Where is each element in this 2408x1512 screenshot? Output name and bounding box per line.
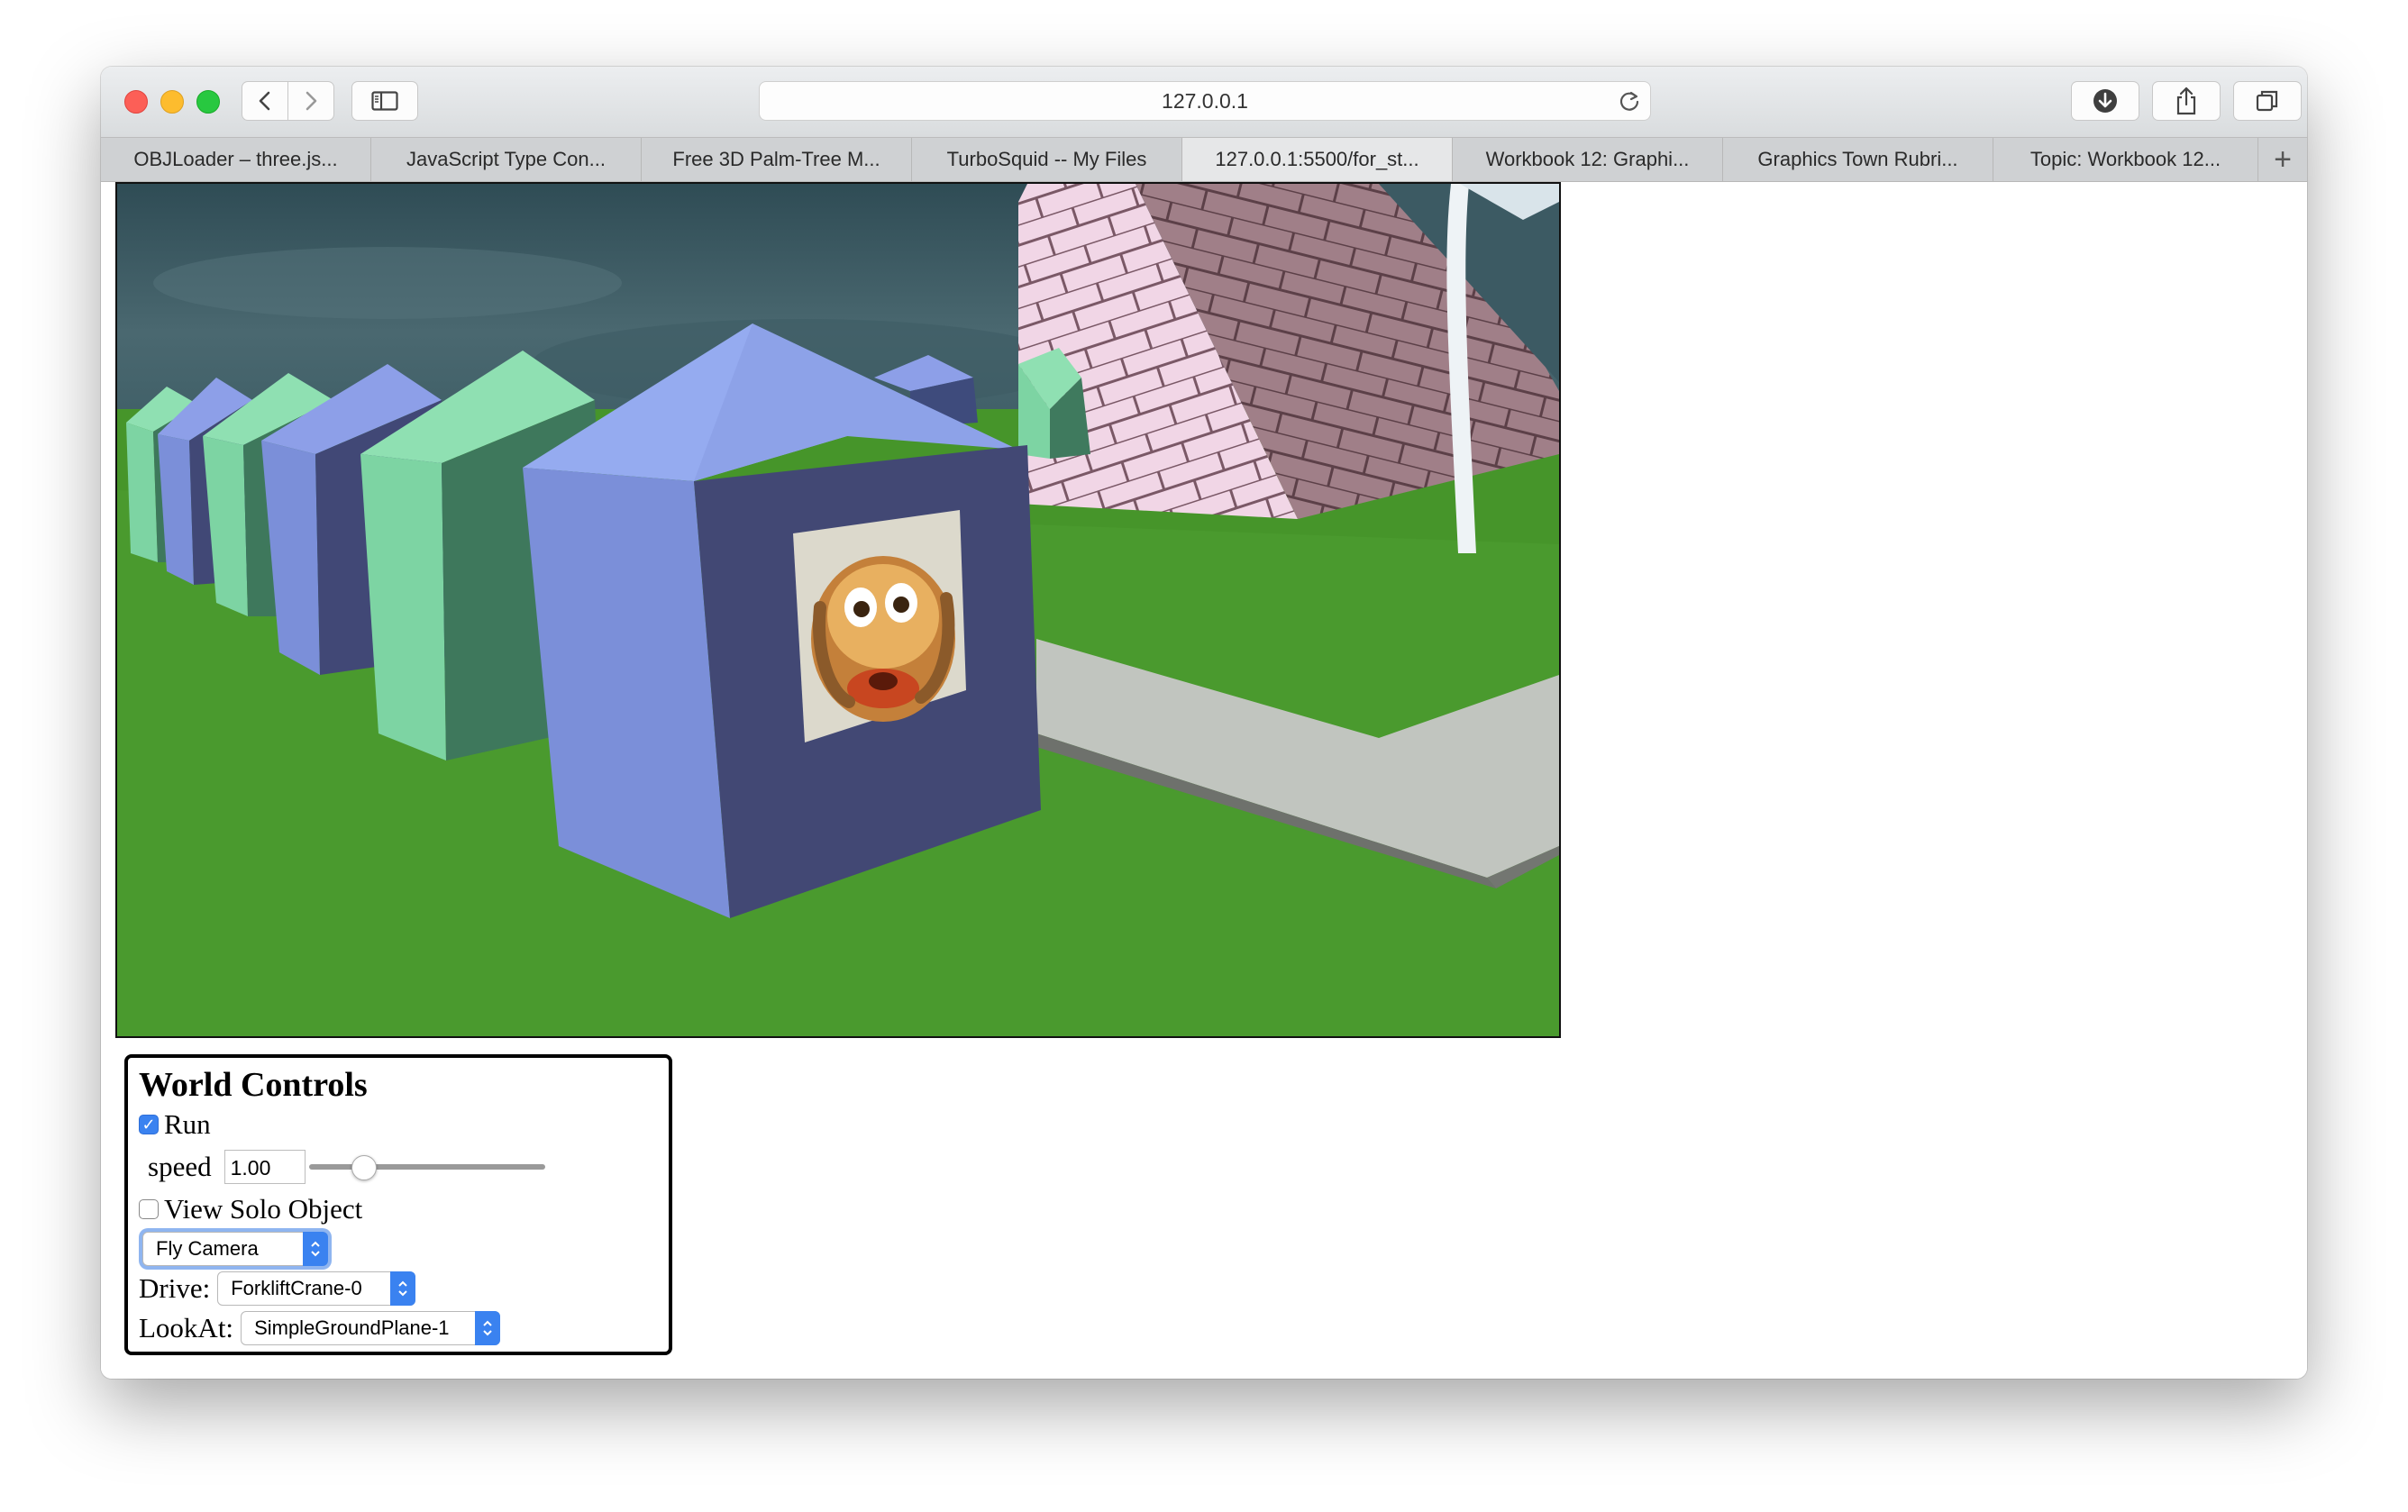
run-label: Run: [164, 1108, 211, 1140]
sidebar-icon: [371, 91, 398, 111]
tab-label: 127.0.0.1:5500/for_st...: [1215, 148, 1419, 170]
forward-button[interactable]: [287, 81, 334, 121]
tab-localhost-active[interactable]: 127.0.0.1:5500/for_st...: [1182, 138, 1453, 181]
sidebar-button[interactable]: [351, 81, 418, 121]
tab-turbosquid[interactable]: TurboSquid -- My Files: [912, 138, 1182, 181]
address-bar[interactable]: 127.0.0.1: [759, 81, 1651, 121]
reload-icon: [1619, 91, 1639, 111]
share-button[interactable]: [2152, 81, 2221, 121]
world-controls-panel: World Controls ✓ Run speed 1.00 View Sol…: [124, 1054, 672, 1355]
camera-select-value: Fly Camera: [156, 1237, 259, 1260]
tab-palm-tree-model[interactable]: Free 3D Palm-Tree M...: [642, 138, 912, 181]
plus-icon: +: [2274, 141, 2292, 177]
tab-label: TurboSquid -- My Files: [946, 148, 1147, 170]
run-row: ✓ Run: [139, 1105, 658, 1144]
reload-button[interactable]: [1618, 89, 1641, 118]
select-arrows-icon: [390, 1271, 416, 1306]
select-arrows-icon: [303, 1232, 328, 1266]
drive-select[interactable]: ForkliftCrane-0: [217, 1271, 416, 1306]
tab-workbook-12[interactable]: Workbook 12: Graphi...: [1453, 138, 1723, 181]
camera-select[interactable]: Fly Camera: [142, 1232, 328, 1266]
browser-toolbar: 127.0.0.1: [101, 67, 2307, 137]
camera-row: Fly Camera: [139, 1229, 658, 1269]
lookat-label: LookAt:: [139, 1312, 234, 1343]
share-icon: [2176, 87, 2196, 115]
address-text: 127.0.0.1: [1162, 88, 1248, 113]
tabs-overview-icon: [2256, 90, 2278, 112]
tab-graphics-town-rubric[interactable]: Graphics Town Rubri...: [1723, 138, 1993, 181]
tab-overview-button[interactable]: [2233, 81, 2302, 121]
new-tab-button[interactable]: +: [2258, 138, 2307, 181]
close-window-button[interactable]: [124, 90, 148, 114]
scene-canvas[interactable]: [115, 182, 1561, 1038]
back-icon: [259, 91, 270, 111]
select-arrows-icon: [475, 1311, 501, 1345]
minimize-window-button[interactable]: [160, 90, 184, 114]
browser-window: 127.0.0.1 OBJLoader – three.js... JavaSc…: [101, 67, 2307, 1379]
download-icon: [2093, 89, 2117, 113]
downloads-button[interactable]: [2071, 81, 2139, 121]
tab-objloader[interactable]: OBJLoader – three.js...: [101, 138, 371, 181]
view-solo-checkbox[interactable]: [139, 1199, 159, 1219]
back-button[interactable]: [242, 81, 288, 121]
page-content: World Controls ✓ Run speed 1.00 View Sol…: [101, 182, 2307, 1379]
view-solo-label: View Solo Object: [164, 1193, 363, 1225]
tab-js-type-conversion[interactable]: JavaScript Type Con...: [371, 138, 642, 181]
speed-row: speed 1.00: [139, 1144, 658, 1189]
run-checkbox[interactable]: ✓: [139, 1115, 159, 1134]
lookat-row: LookAt: SimpleGroundPlane-1: [139, 1308, 658, 1348]
drive-select-value: ForkliftCrane-0: [231, 1277, 362, 1299]
drive-row: Drive: ForkliftCrane-0: [139, 1269, 658, 1308]
tab-label: Workbook 12: Graphi...: [1485, 148, 1690, 170]
speed-label: speed: [148, 1151, 212, 1182]
tab-label: JavaScript Type Con...: [406, 148, 606, 170]
tab-label: OBJLoader – three.js...: [133, 148, 338, 170]
tab-bar: OBJLoader – three.js... JavaScript Type …: [101, 137, 2307, 182]
slider-track: [308, 1164, 545, 1170]
speed-slider[interactable]: [308, 1150, 545, 1184]
pyramid: [1018, 184, 1559, 519]
slider-knob[interactable]: [351, 1155, 377, 1180]
tab-topic-workbook-12[interactable]: Topic: Workbook 12...: [1993, 138, 2258, 181]
tab-label: Graphics Town Rubri...: [1757, 148, 1958, 170]
speed-input[interactable]: 1.00: [223, 1150, 306, 1184]
tab-label: Topic: Workbook 12...: [2029, 148, 2221, 170]
forward-icon: [306, 91, 317, 111]
checkmark-icon: ✓: [141, 1115, 156, 1134]
drive-label: Drive:: [139, 1272, 211, 1304]
solo-row: View Solo Object: [139, 1189, 658, 1229]
panel-title: World Controls: [139, 1066, 368, 1104]
lookat-select-value: SimpleGroundPlane-1: [254, 1316, 450, 1339]
lookat-select[interactable]: SimpleGroundPlane-1: [241, 1311, 501, 1345]
tab-label: Free 3D Palm-Tree M...: [672, 148, 880, 170]
scene-render: [117, 184, 1559, 1036]
zoom-window-button[interactable]: [196, 90, 220, 114]
